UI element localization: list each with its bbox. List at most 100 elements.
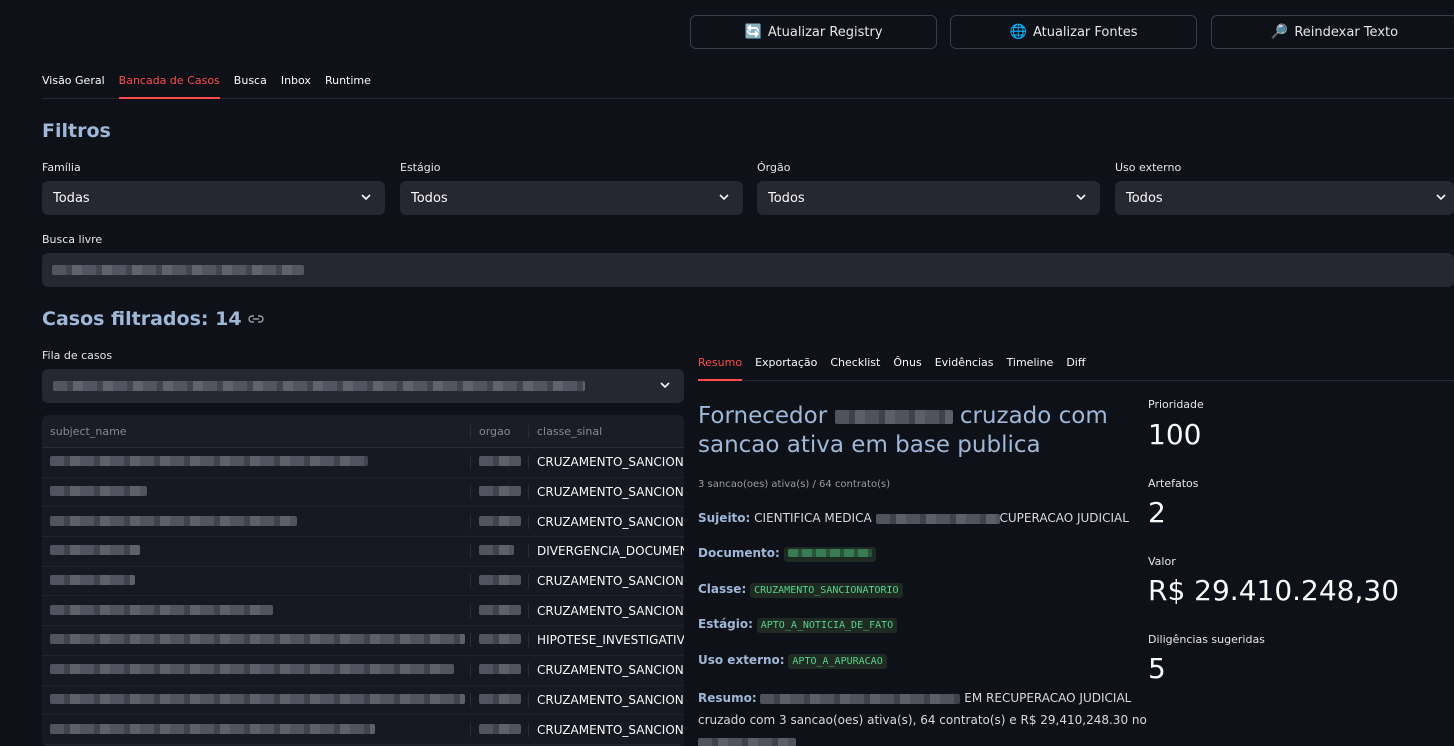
column-header[interactable]: subject_name (42, 425, 470, 438)
detail-tabs: Resumo Exportação Checklist Ônus Evidênc… (698, 346, 1454, 381)
redacted-text (52, 265, 304, 275)
valor-value: R$ 29.410.248,30 (1148, 574, 1400, 607)
table-header: subject_name orgao classe_sinal (42, 415, 684, 448)
resumo-line-2: cruzado com 3 sancao(oes) ativa(s), 64 c… (698, 713, 1147, 727)
redacted-text (479, 723, 521, 734)
valor-label: Valor (1148, 555, 1176, 568)
classe-cell: CRUZAMENTO_SANCIONATORIO (528, 603, 684, 618)
classe-cell: CRUZAMENTO_SANCIONATORIO (528, 574, 684, 589)
diligencias-label: Diligências sugeridas (1148, 633, 1265, 646)
redacted-text (50, 664, 454, 675)
artefatos-label: Artefatos (1148, 477, 1199, 490)
main-tabs: Visão Geral Bancada de Casos Busca Inbox… (42, 64, 1454, 99)
tab-bancada-de-casos[interactable]: Bancada de Casos (118, 64, 220, 99)
artefatos-value: 2 (1148, 496, 1166, 529)
table-row[interactable]: CRUZAMENTO_SANCIONATORIO (42, 596, 684, 627)
resumo-line1-end: EM RECUPERACAO JUDICIAL (964, 691, 1132, 705)
table-row[interactable]: CRUZAMENTO_SANCIONATORIO (42, 686, 684, 716)
table-row[interactable]: CRUZAMENTO_SANCIONATORIO (42, 507, 684, 538)
cases-table: subject_name orgao classe_sinal CRUZAMEN… (42, 415, 684, 746)
tab-inbox[interactable]: Inbox (281, 64, 311, 99)
table-row[interactable]: HIPOTESE_INVESTIGATIVA (42, 626, 684, 656)
case-caption: 3 sancao(oes) ativa(s) / 64 contrato(s) (698, 479, 891, 490)
uso-externo-select[interactable]: Todos (1115, 181, 1454, 215)
column-header[interactable]: classe_sinal (528, 424, 684, 438)
table-row[interactable]: CRUZAMENTO_SANCIONATORIO (42, 567, 684, 597)
estagio-value: APTO_A_NOTICIA_DE_FATO (756, 618, 898, 633)
tab-onus[interactable]: Ônus (893, 346, 921, 381)
redacted-text (479, 575, 521, 586)
classe-cell: CRUZAMENTO_SANCIONATORIO (528, 692, 684, 707)
magnifier-icon: 🔎 (1270, 24, 1289, 40)
table-row[interactable]: CRUZAMENTO_SANCIONATORIO (42, 715, 684, 745)
table-row[interactable]: CRUZAMENTO_SANCIONATORIO (42, 656, 684, 686)
fila-select[interactable] (42, 369, 684, 403)
chevron-down-icon (361, 194, 371, 201)
classe-cell: CRUZAMENTO_SANCIONATORIO (528, 722, 684, 737)
chevron-down-icon (719, 194, 729, 201)
casos-heading: Casos filtrados: 14 (42, 308, 264, 330)
sujeito-field: Sujeito: CIENTIFICA MEDICA CUPERACAO JUD… (698, 511, 1129, 525)
sujeito-label: Sujeito: (698, 511, 751, 525)
redacted-text (760, 693, 961, 704)
classe-value: CRUZAMENTO_SANCIONATORIO (750, 583, 903, 598)
tab-visao-geral[interactable]: Visão Geral (42, 64, 105, 99)
estagio-detail-label: Estágio: (698, 617, 753, 631)
redacted-text (50, 515, 297, 526)
atualizar-fontes-button[interactable]: 🌐 Atualizar Fontes (950, 15, 1197, 49)
tab-evidencias[interactable]: Evidências (935, 346, 994, 381)
tab-resumo[interactable]: Resumo (698, 346, 743, 381)
button-label: Atualizar Fontes (1032, 24, 1138, 40)
orgao-select[interactable]: Todos (757, 181, 1100, 215)
reindexar-texto-button[interactable]: 🔎 Reindexar Texto (1211, 15, 1454, 49)
tab-busca[interactable]: Busca (234, 64, 267, 99)
documento-label: Documento: (698, 546, 780, 560)
orgao-value: Todos (768, 190, 805, 206)
redacted-text (50, 693, 465, 704)
estagio-label: Estágio (400, 161, 441, 174)
redacted-text (479, 545, 514, 556)
tab-exportacao[interactable]: Exportação (755, 346, 817, 381)
familia-label: Família (42, 161, 81, 174)
uso-externo-field: Uso externo: APTO_A_APURACAO (698, 653, 887, 669)
diligencias-value: 5 (1148, 652, 1166, 685)
documento-field: Documento: (698, 546, 876, 562)
orgao-label: Órgão (757, 161, 791, 174)
table-row[interactable]: DIVERGENCIA_DOCUMENTAL (42, 537, 684, 567)
link-icon[interactable] (247, 313, 264, 325)
tab-checklist[interactable]: Checklist (830, 346, 880, 381)
uso-externo-label: Uso externo (1115, 161, 1182, 174)
uso-externo-detail-label: Uso externo: (698, 653, 785, 667)
tab-timeline[interactable]: Timeline (1007, 346, 1054, 381)
estagio-field: Estágio: APTO_A_NOTICIA_DE_FATO (698, 617, 898, 633)
redacted-text (53, 381, 585, 391)
casos-title: Casos filtrados: 14 (42, 308, 242, 330)
redacted-text (50, 575, 135, 586)
familia-select[interactable]: Todas (42, 181, 385, 215)
tab-runtime[interactable]: Runtime (325, 64, 371, 99)
column-header[interactable]: orgao (470, 424, 528, 438)
documento-value (783, 547, 876, 562)
familia-value: Todas (53, 190, 90, 206)
classe-cell: CRUZAMENTO_SANCIONATORIO (528, 455, 684, 470)
redacted-text (875, 513, 1000, 524)
estagio-select[interactable]: Todos (400, 181, 743, 215)
refresh-icon: 🔄 (744, 24, 762, 40)
fila-label: Fila de casos (42, 349, 113, 362)
button-label: Reindexar Texto (1294, 24, 1399, 40)
redacted-text (479, 664, 521, 675)
redacted-text (479, 634, 521, 645)
redacted-text (50, 604, 273, 615)
uso-externo-value: Todos (1126, 190, 1163, 206)
table-row[interactable]: CRUZAMENTO_SANCIONATORIO (42, 448, 684, 478)
atualizar-registry-button[interactable]: 🔄 Atualizar Registry (690, 15, 937, 49)
redacted-text (479, 456, 521, 467)
classe-cell: CRUZAMENTO_SANCIONATORIO (528, 663, 684, 678)
busca-livre-input[interactable] (42, 253, 1454, 287)
tab-diff[interactable]: Diff (1066, 346, 1085, 381)
redacted-text (787, 549, 872, 557)
button-label: Atualizar Registry (767, 24, 883, 40)
resumo-line-3 (698, 731, 1147, 746)
table-row[interactable]: CRUZAMENTO_SANCIONATORIO (42, 478, 684, 508)
busca-livre-label: Busca livre (42, 233, 103, 246)
